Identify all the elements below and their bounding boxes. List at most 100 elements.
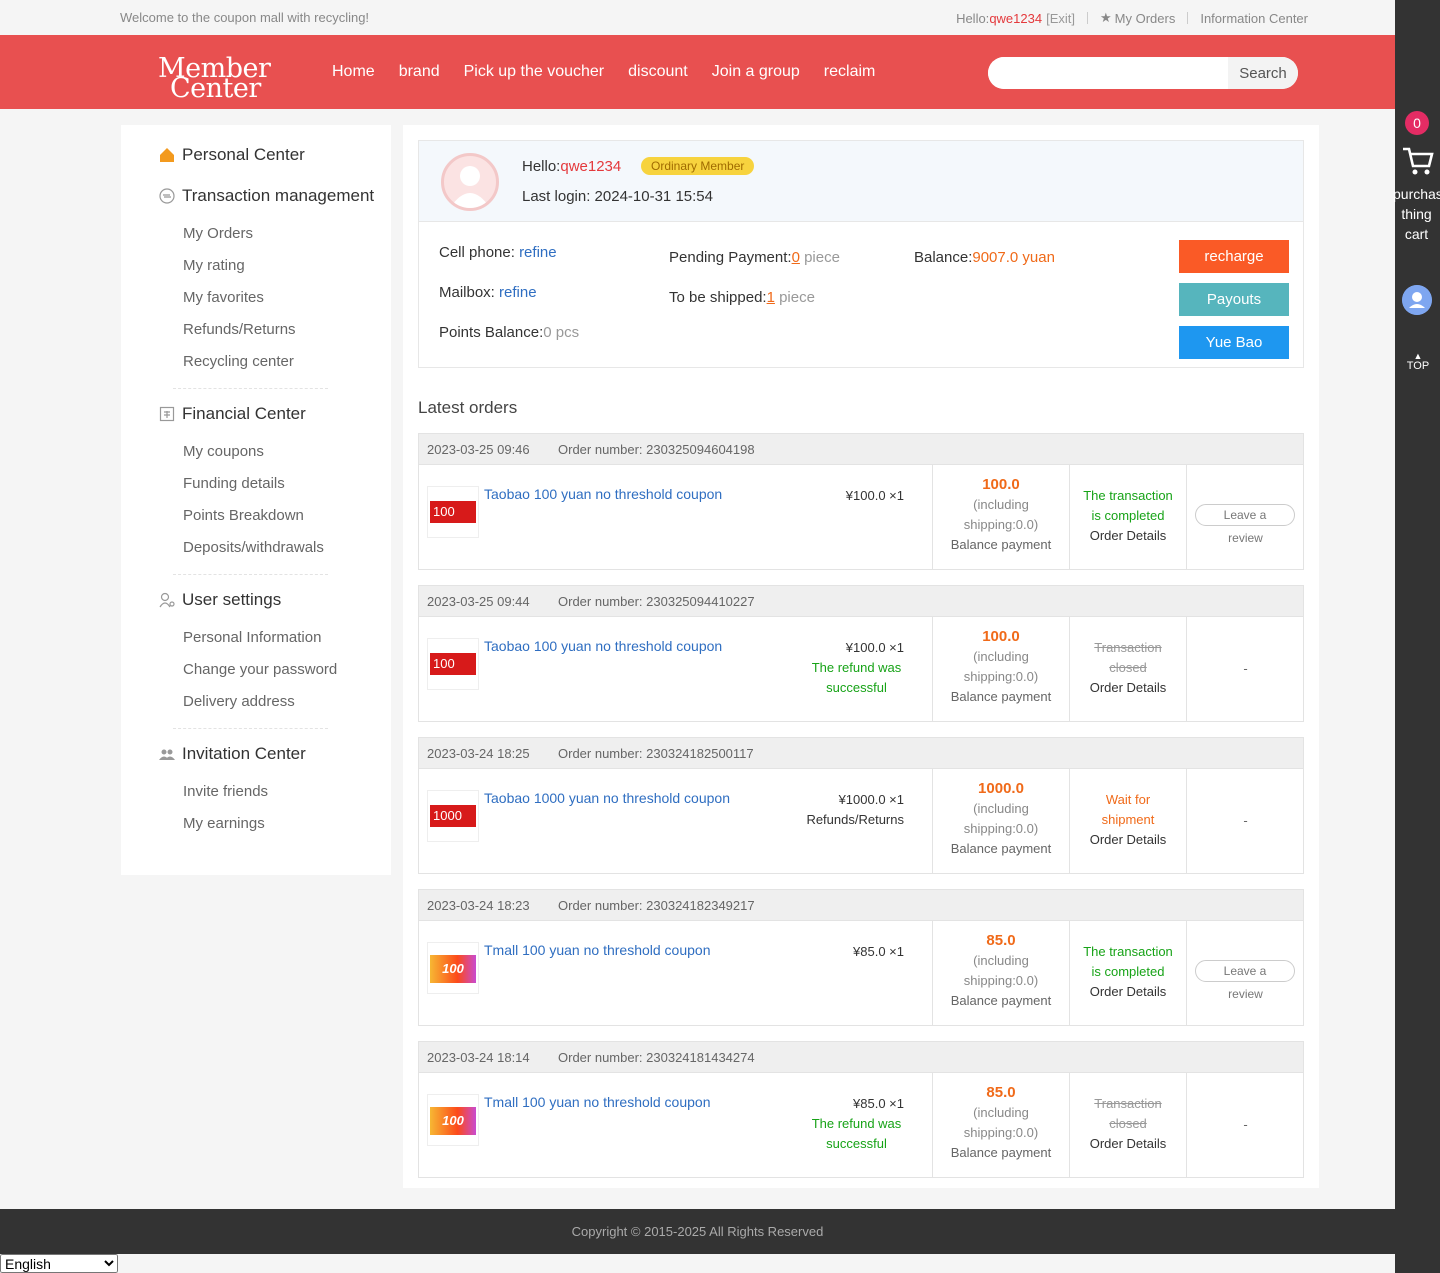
- order-header: 2023-03-25 09:44 Order number: 2303250944…: [419, 586, 1303, 617]
- product-name-link[interactable]: Taobao 100 yuan no threshold coupon: [484, 638, 722, 654]
- amount-cell: 100.0 (including shipping:0.0) Balance paym…: [932, 617, 1069, 721]
- menu-item-recycling[interactable]: Recycling center: [183, 353, 294, 370]
- menu-financial-center[interactable]: Financial Center: [159, 404, 306, 424]
- yuebao-button[interactable]: Yue Bao: [1179, 326, 1289, 359]
- mailbox-refine-link[interactable]: refine: [499, 284, 537, 301]
- product-thumbnail[interactable]: 100: [427, 638, 479, 690]
- leave-review-button[interactable]: Leave a: [1195, 960, 1295, 982]
- order-amount: 100.0: [982, 628, 1020, 645]
- back-to-top[interactable]: ▲ TOP: [1403, 352, 1433, 373]
- left-menu: Personal Center Transaction management M…: [121, 125, 391, 875]
- order-card: 2023-03-24 18:25 Order number: 2303241825…: [418, 737, 1304, 874]
- product-thumbnail[interactable]: 100: [427, 942, 479, 994]
- product-thumbnail[interactable]: 1000: [427, 790, 479, 842]
- status-line2: is completed: [1091, 508, 1165, 523]
- info-center-link[interactable]: Information Center: [1200, 11, 1308, 26]
- product-name-link[interactable]: Tmall 100 yuan no threshold coupon: [484, 1094, 710, 1110]
- leave-review-label[interactable]: review: [1187, 528, 1304, 548]
- product-thumbnail[interactable]: 100: [427, 486, 479, 538]
- shipping-line1: (including: [973, 649, 1029, 664]
- order-date: 2023-03-25 09:44: [427, 594, 530, 609]
- nav-voucher[interactable]: Pick up the voucher: [464, 63, 605, 81]
- recharge-button[interactable]: recharge: [1179, 240, 1289, 273]
- menu-item-my-orders[interactable]: My Orders: [183, 225, 253, 242]
- profile-hello: Hello:qwe1234: [522, 158, 621, 175]
- points-value: 0 pcs: [543, 324, 580, 341]
- nav-group[interactable]: Join a group: [712, 63, 800, 81]
- order-details-link[interactable]: Order Details: [1070, 678, 1186, 698]
- menu-item-change-password[interactable]: Change your password: [183, 661, 337, 678]
- menu-item-personal-info[interactable]: Personal Information: [183, 629, 321, 646]
- menu-user-settings[interactable]: User settings: [159, 590, 281, 610]
- ledger-icon: [159, 406, 175, 422]
- menu-item-deposits[interactable]: Deposits/withdrawals: [183, 539, 324, 556]
- logo[interactable]: Member Center: [158, 55, 271, 104]
- menu-label: Financial Center: [182, 404, 306, 423]
- coupon-image: 1000: [430, 805, 476, 827]
- menu-item-my-coupons[interactable]: My coupons: [183, 443, 264, 460]
- order-details-link[interactable]: Order Details: [1070, 830, 1186, 850]
- payment-method: Balance payment: [950, 1145, 1052, 1160]
- menu-item-funding-details[interactable]: Funding details: [183, 475, 285, 492]
- search-input[interactable]: [988, 57, 1228, 89]
- product-name-link[interactable]: Taobao 1000 yuan no threshold coupon: [484, 790, 730, 806]
- menu-invitation-center[interactable]: Invitation Center: [159, 744, 306, 764]
- price-quantity: ¥85.0 ×1: [853, 1096, 904, 1111]
- shipped-count-link[interactable]: 1: [767, 289, 775, 306]
- avatar[interactable]: [441, 153, 499, 211]
- status-line1: Wait for: [1105, 792, 1151, 807]
- divider: [1187, 12, 1189, 24]
- menu-item-my-rating[interactable]: My rating: [183, 257, 245, 274]
- pending-payment-row: Pending Payment:0 piece: [669, 249, 840, 266]
- menu-item-delivery-address[interactable]: Delivery address: [183, 693, 295, 710]
- top-bar-links: Hello: qwe1234 [Exit] ★ My Orders Inform…: [956, 10, 1308, 26]
- menu-item-points[interactable]: Points Breakdown: [183, 507, 304, 524]
- nav-brand[interactable]: brand: [399, 63, 440, 81]
- username-link[interactable]: qwe1234: [989, 11, 1042, 26]
- status-cell: Transaction closed Order Details: [1069, 617, 1186, 721]
- amount-cell: 85.0 (including shipping:0.0) Balance payme…: [932, 1073, 1069, 1177]
- order-header: 2023-03-25 09:46 Order number: 2303250946…: [419, 434, 1303, 465]
- cart-label[interactable]: purchasing thing cart: [1393, 184, 1440, 244]
- cart-icon[interactable]: [1401, 144, 1435, 178]
- my-orders-link[interactable]: My Orders: [1115, 11, 1176, 26]
- order-details-link[interactable]: Order Details: [1070, 526, 1186, 546]
- nav-discount[interactable]: discount: [628, 63, 688, 81]
- logo-line2: Center: [170, 73, 261, 104]
- menu-personal-center[interactable]: Personal Center: [159, 145, 305, 165]
- order-number: Order number: 230325094410227: [558, 594, 755, 609]
- pending-count-link[interactable]: 0: [792, 249, 800, 266]
- top-label: TOP: [1406, 360, 1430, 372]
- menu-divider: [173, 388, 328, 389]
- menu-transaction-management[interactable]: Transaction management: [159, 186, 374, 206]
- menu-label: Personal Center: [182, 145, 305, 164]
- payouts-button[interactable]: Payouts: [1179, 283, 1289, 316]
- price-note: The refund was successful: [811, 660, 902, 695]
- search-button[interactable]: Search: [1228, 57, 1298, 89]
- shipping-line2: shipping:0.0): [963, 1125, 1039, 1140]
- menu-item-refunds[interactable]: Refunds/Returns: [183, 321, 296, 338]
- customer-service-icon[interactable]: [1402, 285, 1432, 315]
- menu-item-my-favorites[interactable]: My favorites: [183, 289, 264, 306]
- product-name-link[interactable]: Taobao 100 yuan no threshold coupon: [484, 486, 722, 502]
- menu-item-invite-friends[interactable]: Invite friends: [183, 783, 268, 800]
- leave-review-button[interactable]: Leave a: [1195, 504, 1295, 526]
- price-quantity: ¥1000.0 ×1: [838, 792, 904, 807]
- menu-item-my-earnings[interactable]: My earnings: [183, 815, 265, 832]
- order-details-link[interactable]: Order Details: [1070, 982, 1186, 1002]
- nav-reclaim[interactable]: reclaim: [824, 63, 876, 81]
- language-select[interactable]: English: [0, 1254, 118, 1273]
- welcome-text: Welcome to the coupon mall with recyclin…: [120, 10, 370, 25]
- order-amount: 85.0: [986, 932, 1016, 949]
- profile-username: qwe1234: [560, 158, 622, 175]
- leave-review-label[interactable]: review: [1187, 984, 1304, 1004]
- product-name-link[interactable]: Tmall 100 yuan no threshold coupon: [484, 942, 710, 958]
- user-icon: [450, 166, 490, 208]
- order-details-link[interactable]: Order Details: [1070, 1134, 1186, 1154]
- order-header: 2023-03-24 18:23 Order number: 2303241823…: [419, 890, 1303, 921]
- cell-phone-refine-link[interactable]: refine: [519, 244, 557, 261]
- nav-home[interactable]: Home: [332, 63, 375, 81]
- product-thumbnail[interactable]: 100: [427, 1094, 479, 1146]
- exit-link[interactable]: [Exit]: [1046, 11, 1075, 26]
- status-line2: closed: [1109, 660, 1147, 675]
